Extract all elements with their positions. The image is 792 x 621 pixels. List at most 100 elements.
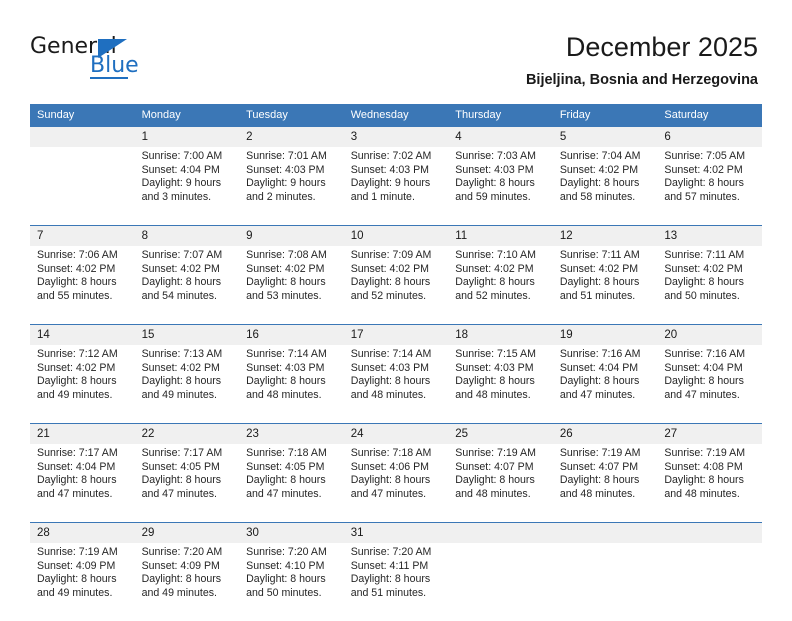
day-number-cell[interactable]: 5	[552, 127, 658, 147]
day-info-cell[interactable]: Sunrise: 7:14 AM Sunset: 4:03 PM Dayligh…	[239, 345, 344, 423]
day-number-cell[interactable]: 20	[657, 325, 762, 345]
day-number-cell[interactable]: 9	[239, 226, 344, 246]
sunrise-text: Sunrise: 7:00 AM	[141, 150, 223, 162]
daylight-text-line2: and 48 minutes.	[664, 487, 740, 500]
day-info-cell[interactable]: Sunrise: 7:09 AM Sunset: 4:02 PM Dayligh…	[343, 246, 449, 324]
day-number-cell[interactable]: 28	[30, 523, 135, 543]
daylight-text-line1: Daylight: 8 hours	[664, 177, 744, 190]
day-number-cell[interactable]: 17	[343, 325, 449, 345]
day-number-cell[interactable]: 27	[657, 424, 762, 444]
day-info-cell[interactable]: Sunrise: 7:07 AM Sunset: 4:02 PM Dayligh…	[134, 246, 240, 324]
day-info-cell[interactable]: Sunrise: 7:17 AM Sunset: 4:05 PM Dayligh…	[134, 444, 240, 522]
day-number-cell[interactable]: 22	[134, 424, 240, 444]
daylight-text-line1: Daylight: 8 hours	[350, 276, 431, 289]
title-block: December 2025 Bijeljina, Bosnia and Herz…	[526, 30, 758, 90]
day-number-cell[interactable]: 16	[239, 325, 344, 345]
day-number-cell[interactable]: 2	[239, 127, 344, 147]
daylight-text-line2: and 50 minutes.	[246, 586, 322, 599]
day-info-cell[interactable]: Sunrise: 7:19 AM Sunset: 4:09 PM Dayligh…	[30, 543, 135, 621]
day-info-cell[interactable]: Sunrise: 7:02 AM Sunset: 4:03 PM Dayligh…	[343, 147, 449, 225]
day-info-cell[interactable]: Sunrise: 7:18 AM Sunset: 4:06 PM Dayligh…	[343, 444, 449, 522]
general-blue-logo[interactable]: General Blue	[30, 36, 170, 82]
day-number-cell[interactable]: 29	[134, 523, 240, 543]
day-number-cell[interactable]: 8	[134, 226, 240, 246]
day-number-cell[interactable]: 30	[239, 523, 344, 543]
daylight-text-line1: Daylight: 8 hours	[559, 474, 640, 487]
day-number-cell[interactable]: 10	[343, 226, 449, 246]
day-info-cell[interactable]: Sunrise: 7:10 AM Sunset: 4:02 PM Dayligh…	[448, 246, 553, 324]
day-info-cell[interactable]: Sunrise: 7:06 AM Sunset: 4:02 PM Dayligh…	[30, 246, 135, 324]
day-info-cell[interactable]: Sunrise: 7:05 AM Sunset: 4:02 PM Dayligh…	[657, 147, 762, 225]
sunrise-text: Sunrise: 7:03 AM	[455, 150, 536, 162]
sunset-text: Sunset: 4:02 PM	[559, 163, 639, 176]
day-info-cell[interactable]: Sunrise: 7:17 AM Sunset: 4:04 PM Dayligh…	[30, 444, 135, 522]
daylight-text-line2: and 48 minutes.	[455, 388, 531, 401]
day-number-cell[interactable]: 25	[448, 424, 553, 444]
day-info-cell[interactable]: Sunrise: 7:20 AM Sunset: 4:10 PM Dayligh…	[239, 543, 344, 621]
daylight-text-line1: Daylight: 8 hours	[141, 375, 222, 388]
day-number-cell[interactable]: 23	[239, 424, 344, 444]
weekday-header-wednesday: Wednesday	[343, 104, 449, 127]
day-number-cell[interactable]: 21	[30, 424, 135, 444]
day-number-cell[interactable]: 12	[552, 226, 658, 246]
day-number-cell[interactable]: 18	[448, 325, 553, 345]
day-info-cell[interactable]: Sunrise: 7:19 AM Sunset: 4:07 PM Dayligh…	[552, 444, 658, 522]
page-subtitle: Bijeljina, Bosnia and Herzegovina	[525, 72, 758, 88]
sunrise-text: Sunrise: 7:20 AM	[246, 546, 327, 558]
day-info-cell[interactable]: Sunrise: 7:12 AM Sunset: 4:02 PM Dayligh…	[30, 345, 135, 423]
daylight-text-line1: Daylight: 9 hours	[350, 177, 431, 190]
day-info-cell[interactable]: Sunrise: 7:20 AM Sunset: 4:11 PM Dayligh…	[343, 543, 449, 621]
day-number-cell[interactable]: 4	[448, 127, 553, 147]
day-info-cell[interactable]: Sunrise: 7:15 AM Sunset: 4:03 PM Dayligh…	[448, 345, 553, 423]
day-number-cell[interactable]: 26	[552, 424, 658, 444]
day-info-cell[interactable]: Sunrise: 7:08 AM Sunset: 4:02 PM Dayligh…	[239, 246, 344, 324]
sunset-text: Sunset: 4:04 PM	[141, 163, 220, 176]
daylight-text-line1: Daylight: 8 hours	[37, 375, 117, 388]
day-info-cell-empty	[552, 543, 658, 621]
sunset-text: Sunset: 4:09 PM	[37, 559, 116, 572]
day-info-cell[interactable]: Sunrise: 7:01 AM Sunset: 4:03 PM Dayligh…	[239, 147, 344, 225]
sunrise-text: Sunrise: 7:10 AM	[455, 249, 536, 261]
day-info-cell[interactable]: Sunrise: 7:16 AM Sunset: 4:04 PM Dayligh…	[552, 345, 658, 423]
day-number-cell[interactable]: 14	[30, 325, 135, 345]
day-info-cell[interactable]: Sunrise: 7:13 AM Sunset: 4:02 PM Dayligh…	[134, 345, 240, 423]
daylight-text-line2: and 47 minutes.	[37, 487, 113, 500]
day-info-cell[interactable]: Sunrise: 7:11 AM Sunset: 4:02 PM Dayligh…	[657, 246, 762, 324]
day-info-cell[interactable]: Sunrise: 7:18 AM Sunset: 4:05 PM Dayligh…	[239, 444, 344, 522]
day-info-cell[interactable]: Sunrise: 7:00 AM Sunset: 4:04 PM Dayligh…	[134, 147, 240, 225]
day-number-cell[interactable]: 15	[134, 325, 240, 345]
day-info-cell[interactable]: Sunrise: 7:20 AM Sunset: 4:09 PM Dayligh…	[134, 543, 240, 621]
sunset-text: Sunset: 4:02 PM	[37, 262, 116, 275]
day-info-cell[interactable]	[30, 147, 135, 225]
sunrise-text: Sunrise: 7:19 AM	[37, 546, 118, 558]
day-number-cell[interactable]: 11	[448, 226, 553, 246]
day-info-cell[interactable]: Sunrise: 7:19 AM Sunset: 4:07 PM Dayligh…	[448, 444, 553, 522]
day-number-cell[interactable]: 1	[134, 127, 240, 147]
sunset-text: Sunset: 4:07 PM	[559, 460, 639, 473]
day-info-cell-empty	[657, 543, 762, 621]
daylight-text-line1: Daylight: 8 hours	[37, 276, 117, 289]
day-number-cell[interactable]: 3	[343, 127, 449, 147]
sunrise-text: Sunrise: 7:19 AM	[664, 447, 746, 459]
sunset-text: Sunset: 4:03 PM	[455, 361, 534, 374]
day-number-cell[interactable]: 7	[30, 226, 135, 246]
sunrise-text: Sunrise: 7:18 AM	[350, 447, 432, 459]
daylight-text-line2: and 49 minutes.	[37, 586, 113, 599]
daylight-text-line1: Daylight: 8 hours	[246, 276, 326, 289]
weekday-header-tuesday: Tuesday	[239, 104, 344, 127]
day-number-cell[interactable]	[30, 127, 135, 147]
day-number-cell[interactable]: 31	[343, 523, 449, 543]
day-info-cell[interactable]: Sunrise: 7:19 AM Sunset: 4:08 PM Dayligh…	[657, 444, 762, 522]
day-info-cell[interactable]: Sunrise: 7:04 AM Sunset: 4:02 PM Dayligh…	[552, 147, 658, 225]
day-number-cell[interactable]: 24	[343, 424, 449, 444]
daylight-text-line2: and 59 minutes.	[455, 190, 531, 203]
day-info-cell[interactable]: Sunrise: 7:03 AM Sunset: 4:03 PM Dayligh…	[448, 147, 553, 225]
day-info-cell[interactable]: Sunrise: 7:11 AM Sunset: 4:02 PM Dayligh…	[552, 246, 658, 324]
week-1-number-row: 1 2 3 4 5 6	[30, 127, 762, 147]
day-info-cell[interactable]: Sunrise: 7:14 AM Sunset: 4:03 PM Dayligh…	[343, 345, 449, 423]
day-number-cell[interactable]: 6	[657, 127, 762, 147]
day-number-cell[interactable]: 19	[552, 325, 658, 345]
sunrise-text: Sunrise: 7:19 AM	[559, 447, 641, 459]
day-number-cell[interactable]: 13	[657, 226, 762, 246]
day-info-cell[interactable]: Sunrise: 7:16 AM Sunset: 4:04 PM Dayligh…	[657, 345, 762, 423]
